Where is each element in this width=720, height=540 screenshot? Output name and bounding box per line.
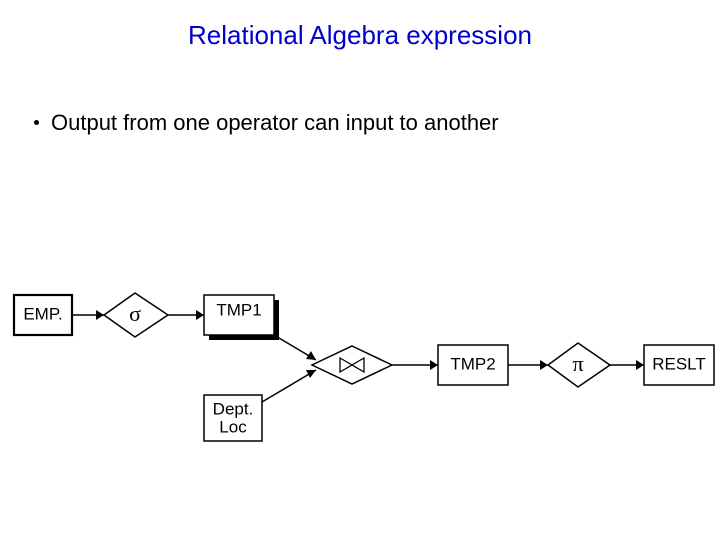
node-pi-label: π (572, 351, 583, 376)
arrow-sigma-tmp1 (196, 310, 204, 320)
node-tmp1-label: TMP1 (216, 300, 261, 319)
node-deptloc-label2: Loc (219, 417, 247, 436)
node-reslt-label: RESLT (652, 354, 706, 373)
edge-deptloc-join (262, 370, 316, 402)
arrow-deptloc-join (306, 370, 316, 378)
node-sigma-label: σ (129, 301, 141, 326)
node-tmp2-label: TMP2 (450, 354, 495, 373)
node-emp-label: EMP. (23, 304, 62, 323)
node-deptloc-label1: Dept. (213, 399, 254, 418)
arrow-pi-reslt (636, 360, 644, 370)
diagram-canvas: EMP. σ TMP1 Dept. Loc TMP2 π RESLT (0, 0, 720, 540)
arrow-join-tmp2 (430, 360, 438, 370)
